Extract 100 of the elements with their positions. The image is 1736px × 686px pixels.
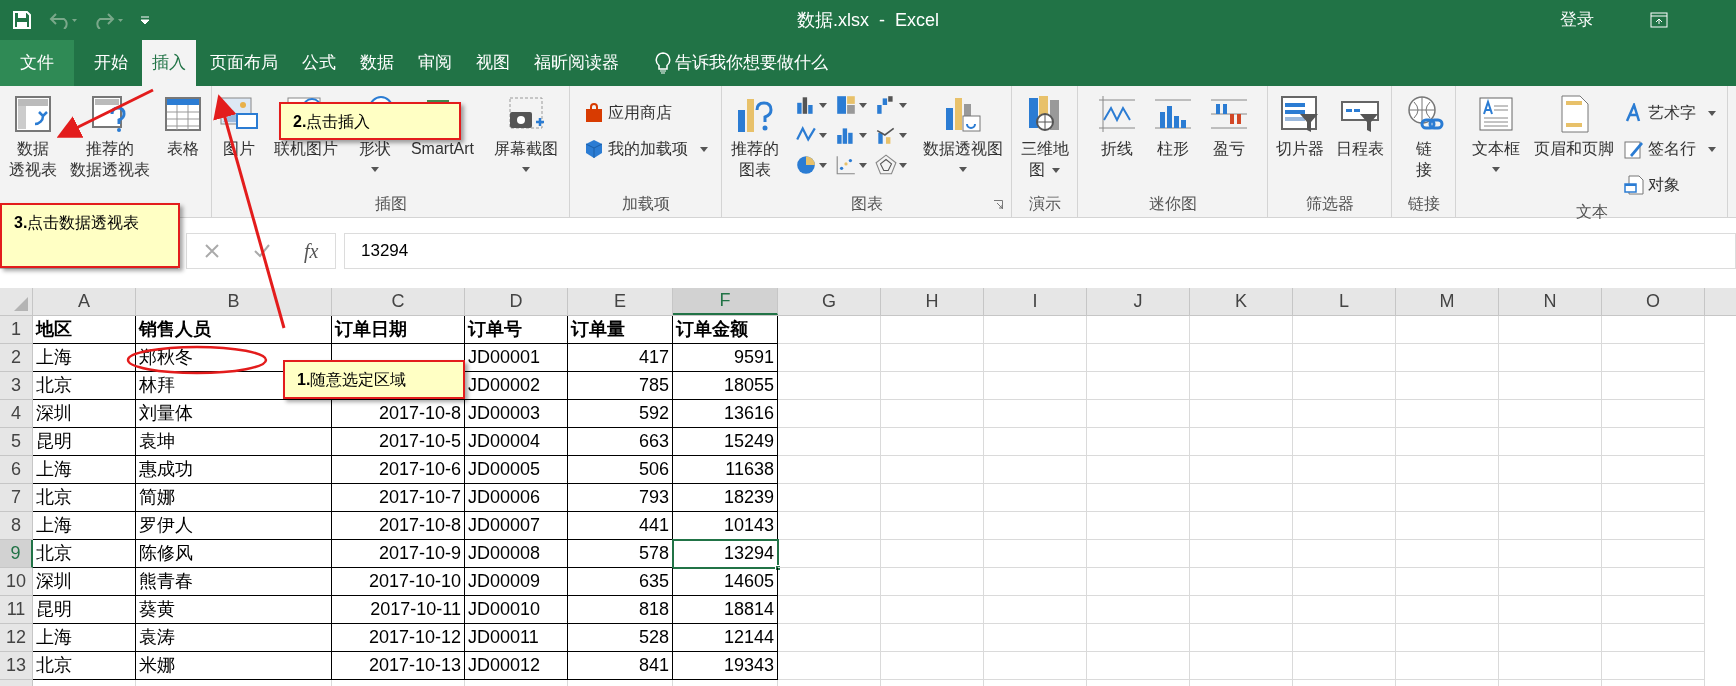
table-cell[interactable] xyxy=(1087,484,1190,512)
table-cell[interactable]: 上海 xyxy=(33,456,136,484)
table-button[interactable]: 表格 xyxy=(155,90,210,159)
table-cell[interactable] xyxy=(1087,344,1190,372)
row-header[interactable]: 10 xyxy=(0,568,33,596)
table-cell[interactable] xyxy=(984,456,1087,484)
table-cell[interactable] xyxy=(1396,652,1499,680)
column-header[interactable]: F xyxy=(673,288,778,315)
table-cell[interactable]: JD00007 xyxy=(465,512,568,540)
table-cell[interactable]: 2017-10-7 xyxy=(332,484,465,512)
table-cell[interactable]: 2017-10-9 xyxy=(332,540,465,568)
3d-map-button[interactable]: 三维地 图 xyxy=(1014,90,1075,180)
save-icon[interactable] xyxy=(12,10,32,30)
table-cell[interactable]: 2017-10-13 xyxy=(332,652,465,680)
table-cell[interactable]: JD00012 xyxy=(465,652,568,680)
row-header[interactable]: 5 xyxy=(0,428,33,456)
pivot-table-button[interactable]: 数据 透视表 xyxy=(1,90,64,180)
table-cell[interactable] xyxy=(778,400,881,428)
table-cell[interactable] xyxy=(1293,512,1396,540)
table-cell[interactable] xyxy=(1602,512,1705,540)
table-cell[interactable] xyxy=(881,512,984,540)
table-cell[interactable] xyxy=(1602,484,1705,512)
table-cell[interactable] xyxy=(1499,596,1602,624)
table-cell[interactable] xyxy=(778,624,881,652)
recommended-pivot-table-button[interactable]: 推荐的 数据透视表 xyxy=(65,90,154,180)
table-cell[interactable] xyxy=(881,624,984,652)
table-cell[interactable] xyxy=(881,372,984,400)
table-cell[interactable] xyxy=(1396,484,1499,512)
store-button[interactable]: 应用商店 xyxy=(579,98,712,128)
table-cell[interactable] xyxy=(1190,512,1293,540)
table-cell[interactable] xyxy=(1087,624,1190,652)
table-cell[interactable] xyxy=(1396,400,1499,428)
table-cell[interactable] xyxy=(984,596,1087,624)
table-cell[interactable] xyxy=(1190,428,1293,456)
table-cell[interactable] xyxy=(1087,652,1190,680)
table-cell[interactable] xyxy=(1396,344,1499,372)
table-cell[interactable] xyxy=(881,400,984,428)
table-cell[interactable]: JD00003 xyxy=(465,400,568,428)
table-cell[interactable]: 深圳 xyxy=(33,400,136,428)
table-cell[interactable] xyxy=(984,316,1087,344)
table-cell[interactable]: 417 xyxy=(568,344,673,372)
table-cell[interactable]: 19343 xyxy=(673,652,778,680)
table-cell[interactable]: 北京 xyxy=(33,372,136,400)
table-cell[interactable] xyxy=(1602,372,1705,400)
row-header[interactable]: 7 xyxy=(0,484,33,512)
table-cell[interactable]: 13294 xyxy=(673,540,778,568)
row-header[interactable]: 2 xyxy=(0,344,33,372)
table-cell[interactable]: 昆明 xyxy=(33,596,136,624)
table-cell[interactable] xyxy=(1190,484,1293,512)
table-cell[interactable]: JD00010 xyxy=(465,596,568,624)
table-cell[interactable]: 订单号 xyxy=(465,316,568,344)
table-cell[interactable] xyxy=(1602,428,1705,456)
object-button[interactable]: 对象 xyxy=(1619,170,1720,200)
screenshot-button[interactable]: 屏幕截图 xyxy=(485,90,566,172)
table-cell[interactable]: 2017-10-11 xyxy=(332,596,465,624)
timeline-button[interactable]: 日程表 xyxy=(1330,90,1389,159)
table-cell[interactable]: 昆明 xyxy=(33,428,136,456)
table-cell[interactable] xyxy=(778,316,881,344)
table-cell[interactable] xyxy=(1396,372,1499,400)
table-cell[interactable] xyxy=(1293,652,1396,680)
table-cell[interactable] xyxy=(778,512,881,540)
table-cell[interactable]: 葵黄 xyxy=(136,596,332,624)
ribbon-tab[interactable]: 公式 xyxy=(292,40,346,86)
undo-icon[interactable] xyxy=(48,11,78,29)
table-cell[interactable] xyxy=(1087,400,1190,428)
recommended-chart-button[interactable]: 推荐的 图表 xyxy=(722,90,787,180)
column-header[interactable]: N xyxy=(1499,288,1602,315)
table-cell[interactable]: 北京 xyxy=(33,652,136,680)
table-cell[interactable] xyxy=(1499,372,1602,400)
signature-line-button[interactable]: 签名行 xyxy=(1619,134,1720,164)
table-cell[interactable] xyxy=(1293,316,1396,344)
table-cell[interactable] xyxy=(1293,456,1396,484)
pivot-chart-button[interactable]: 数据透视图 xyxy=(914,90,1011,172)
ribbon-tab[interactable]: 页面布局 xyxy=(200,40,288,86)
table-cell[interactable]: JD00011 xyxy=(465,624,568,652)
tell-me-field[interactable]: 告诉我你想要做什么 xyxy=(675,50,895,76)
table-cell[interactable] xyxy=(1293,540,1396,568)
redo-icon[interactable] xyxy=(94,11,124,29)
table-cell[interactable] xyxy=(1499,568,1602,596)
table-cell[interactable]: JD00004 xyxy=(465,428,568,456)
table-cell[interactable] xyxy=(778,484,881,512)
table-cell[interactable] xyxy=(1499,652,1602,680)
table-cell[interactable]: 592 xyxy=(568,400,673,428)
table-cell[interactable] xyxy=(1190,540,1293,568)
table-cell[interactable] xyxy=(1602,652,1705,680)
ribbon-tab[interactable]: 插入 xyxy=(142,40,196,86)
table-cell[interactable]: 818 xyxy=(568,596,673,624)
ribbon-tab[interactable]: 数据 xyxy=(350,40,404,86)
table-cell[interactable] xyxy=(1499,456,1602,484)
enter-icon[interactable] xyxy=(252,243,271,259)
table-cell[interactable] xyxy=(1499,484,1602,512)
table-cell[interactable]: 785 xyxy=(568,372,673,400)
table-cell[interactable]: 841 xyxy=(568,652,673,680)
table-cell[interactable] xyxy=(881,344,984,372)
table-cell[interactable] xyxy=(1499,344,1602,372)
column-header[interactable]: A xyxy=(33,288,136,315)
customize-toolbar-icon[interactable] xyxy=(140,15,150,25)
table-cell[interactable] xyxy=(1190,568,1293,596)
table-cell[interactable]: JD00008 xyxy=(465,540,568,568)
ribbon-display-options-icon[interactable] xyxy=(1650,12,1668,28)
